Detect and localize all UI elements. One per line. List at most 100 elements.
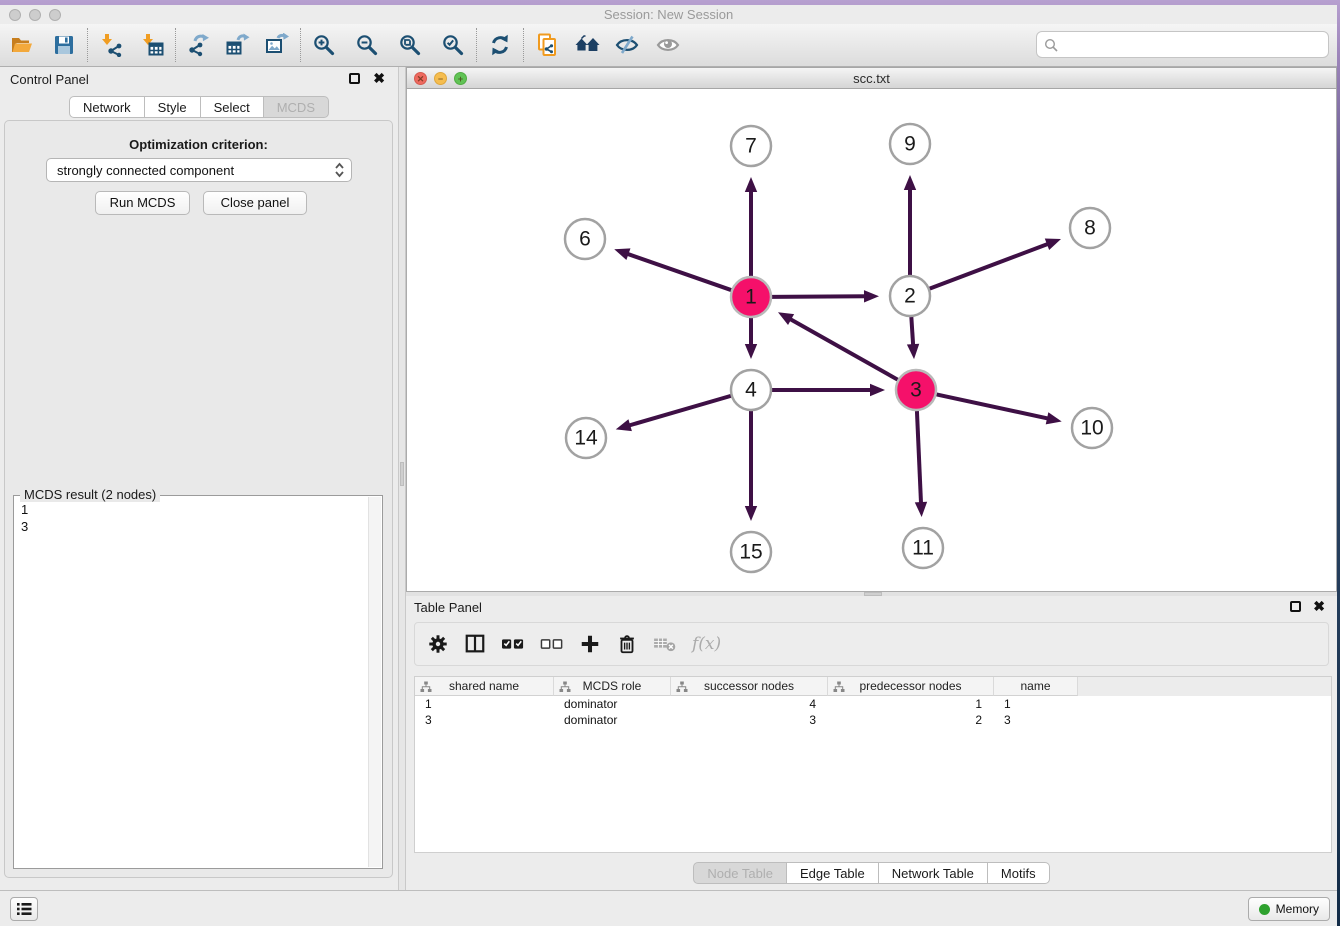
open-session-icon[interactable] bbox=[6, 29, 38, 61]
task-list-icon bbox=[16, 902, 32, 916]
tab-edge-table[interactable]: Edge Table bbox=[787, 862, 879, 884]
edge-arrowhead bbox=[616, 419, 632, 431]
network-window-titlebar[interactable]: ✕ − + scc.txt bbox=[406, 67, 1337, 89]
table-cell[interactable]: 1 bbox=[994, 696, 1078, 712]
zoom-selected-icon[interactable] bbox=[437, 29, 469, 61]
zoom-out-icon[interactable] bbox=[351, 29, 383, 61]
table-settings-icon[interactable] bbox=[427, 629, 449, 659]
deselect-all-columns-icon[interactable] bbox=[540, 629, 564, 659]
close-table-panel-icon[interactable]: ✖ bbox=[1313, 598, 1325, 615]
table-header-row: shared nameMCDS rolesuccessor nodesprede… bbox=[415, 677, 1331, 696]
edge-2-8[interactable] bbox=[930, 243, 1050, 288]
tab-motifs[interactable]: Motifs bbox=[988, 862, 1050, 884]
main-titlebar: Session: New Session bbox=[0, 5, 1337, 24]
edge-arrowhead bbox=[1046, 412, 1062, 424]
tab-network-table[interactable]: Network Table bbox=[879, 862, 988, 884]
apply-function-icon[interactable]: f(x) bbox=[692, 629, 721, 659]
close-panel-icon[interactable]: ✖ bbox=[373, 70, 385, 87]
table-row[interactable]: 1dominator411 bbox=[415, 696, 1331, 712]
edge-3-1[interactable] bbox=[788, 318, 897, 380]
show-column-panel-icon[interactable] bbox=[464, 629, 486, 659]
column-header-name[interactable]: name bbox=[994, 677, 1078, 696]
network-canvas[interactable]: 7968124314101511 bbox=[406, 89, 1337, 592]
tab-node-table[interactable]: Node Table bbox=[693, 862, 787, 884]
delete-row-icon[interactable] bbox=[616, 629, 638, 659]
run-mcds-button[interactable]: Run MCDS bbox=[95, 191, 190, 215]
table-cell[interactable]: dominator bbox=[554, 712, 671, 728]
edge-1-2[interactable] bbox=[772, 296, 867, 297]
float-table-panel-icon[interactable] bbox=[1290, 601, 1301, 612]
tab-mcds[interactable]: MCDS bbox=[264, 96, 329, 118]
edge-3-11[interactable] bbox=[917, 411, 921, 505]
tab-network[interactable]: Network bbox=[69, 96, 145, 118]
search-input[interactable] bbox=[1063, 37, 1321, 52]
network-close-icon[interactable]: ✕ bbox=[414, 72, 427, 85]
maximize-traffic-icon[interactable] bbox=[49, 9, 61, 21]
table-cell[interactable]: dominator bbox=[554, 696, 671, 712]
export-table-icon[interactable] bbox=[222, 29, 254, 61]
edge-arrowhead bbox=[870, 384, 885, 396]
zoom-fit-icon[interactable] bbox=[394, 29, 426, 61]
edge-arrowhead bbox=[907, 344, 919, 359]
export-image-icon[interactable] bbox=[261, 29, 293, 61]
edge-4-14[interactable] bbox=[627, 396, 731, 426]
save-session-icon[interactable] bbox=[48, 29, 80, 61]
edge-2-3[interactable] bbox=[911, 317, 913, 347]
export-network-icon[interactable] bbox=[183, 29, 215, 61]
graph-node-label: 4 bbox=[745, 379, 757, 402]
float-panel-icon[interactable] bbox=[349, 73, 360, 84]
table-cell[interactable]: 4 bbox=[671, 696, 828, 712]
import-table-icon[interactable] bbox=[136, 29, 168, 61]
minimize-traffic-icon[interactable] bbox=[29, 9, 41, 21]
memory-button[interactable]: Memory bbox=[1248, 897, 1330, 921]
window-title: Session: New Session bbox=[0, 5, 1337, 25]
table-cell[interactable]: 2 bbox=[828, 712, 994, 728]
column-header-shared-name[interactable]: shared name bbox=[415, 677, 554, 696]
network-minimize-icon[interactable]: − bbox=[434, 72, 447, 85]
import-network-icon[interactable] bbox=[95, 29, 127, 61]
main-toolbar bbox=[0, 24, 1337, 67]
app-window: Session: New Session bbox=[0, 5, 1337, 926]
hide-graphics-icon[interactable] bbox=[611, 29, 643, 61]
table-cell[interactable]: 3 bbox=[994, 712, 1078, 728]
result-scrollbar[interactable] bbox=[368, 497, 381, 867]
edge-3-10[interactable] bbox=[937, 394, 1050, 418]
zoom-in-icon[interactable] bbox=[308, 29, 340, 61]
select-all-columns-icon[interactable] bbox=[501, 629, 525, 659]
toolbar-separator bbox=[523, 28, 524, 62]
table-row[interactable]: 3dominator323 bbox=[415, 712, 1331, 728]
add-row-icon[interactable] bbox=[579, 629, 601, 659]
edge-1-6[interactable] bbox=[626, 253, 732, 290]
column-header-MCDS-role[interactable]: MCDS role bbox=[554, 677, 671, 696]
column-header-successor-nodes[interactable]: successor nodes bbox=[671, 677, 828, 696]
splitter-grip[interactable] bbox=[400, 462, 404, 486]
network-zoom-icon[interactable]: + bbox=[454, 72, 467, 85]
tab-style[interactable]: Style bbox=[145, 96, 201, 118]
refresh-icon[interactable] bbox=[484, 29, 516, 61]
graph-node-label: 9 bbox=[904, 133, 916, 156]
home-icon[interactable] bbox=[572, 29, 604, 61]
tab-select[interactable]: Select bbox=[201, 96, 264, 118]
table-cell[interactable]: 3 bbox=[415, 712, 554, 728]
column-header-predecessor-nodes[interactable]: predecessor nodes bbox=[828, 677, 994, 696]
close-traffic-icon[interactable] bbox=[9, 9, 21, 21]
network-graph[interactable]: 7968124314101511 bbox=[407, 89, 1336, 590]
table-cell[interactable]: 1 bbox=[415, 696, 554, 712]
graph-node-label: 14 bbox=[574, 427, 598, 450]
mcds-result-text[interactable]: 1 3 bbox=[21, 501, 28, 535]
show-graphics-icon[interactable] bbox=[652, 29, 684, 61]
search-box[interactable] bbox=[1036, 31, 1329, 58]
table-panel-title: Table Panel bbox=[414, 600, 482, 615]
mcds-result-title: MCDS result (2 nodes) bbox=[20, 487, 160, 502]
task-history-button[interactable] bbox=[10, 897, 38, 921]
mcds-panel: Optimization criterion: strongly connect… bbox=[4, 120, 393, 878]
criterion-dropdown[interactable]: strongly connected component bbox=[46, 158, 352, 182]
close-panel-button[interactable]: Close panel bbox=[203, 191, 307, 215]
panel-splitter[interactable] bbox=[398, 67, 406, 890]
table-cell[interactable]: 1 bbox=[828, 696, 994, 712]
table-cell[interactable]: 3 bbox=[671, 712, 828, 728]
edge-arrowhead bbox=[915, 502, 927, 517]
delete-table-icon[interactable] bbox=[653, 629, 677, 659]
node-table[interactable]: shared nameMCDS rolesuccessor nodesprede… bbox=[414, 676, 1332, 853]
clone-network-icon[interactable] bbox=[531, 29, 563, 61]
